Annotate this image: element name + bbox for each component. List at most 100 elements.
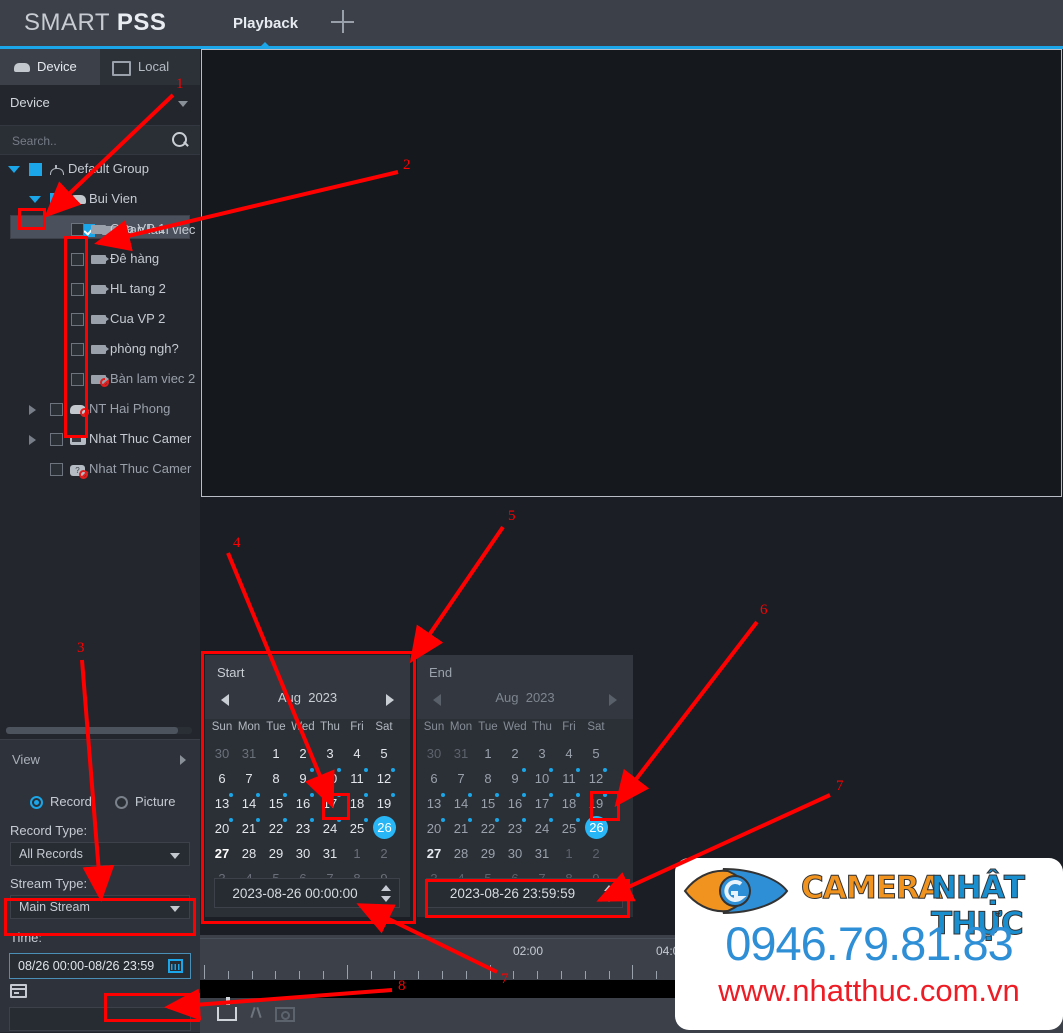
add-tab-icon[interactable] [331,10,355,34]
expander-open-icon[interactable] [29,196,41,203]
end-datepicker[interactable]: End Aug 2023 Sun Mon Tue Wed Thu Fri Sat 30 31 1… [417,655,633,917]
calendar-day[interactable]: 9 [502,766,528,791]
calendar-day[interactable]: 19 [371,791,397,816]
calendar-day[interactable]: 31 [448,741,474,766]
calendar-day[interactable]: 13 [421,791,447,816]
calendar-day[interactable]: 19 [583,791,609,816]
calendar-day[interactable]: 25 [344,816,370,841]
calendar-day[interactable]: 6 [421,766,447,791]
calendar-day[interactable]: 25 [556,816,582,841]
calendar-day[interactable]: 24 [529,816,555,841]
tree-item-b-n-lam-viec-2[interactable]: Bàn lam viec 2 [0,365,200,395]
calendar-day[interactable]: 29 [475,841,501,866]
calendar-day[interactable]: 23 [290,816,316,841]
tree-item-checkbox[interactable] [29,163,42,176]
picture-radio[interactable] [115,796,128,809]
time-range-field[interactable]: 08/26 00:00-08/26 23:59 [9,953,191,979]
end-time-input[interactable]: 2023-08-26 23:59:59 [426,878,623,908]
tree-item-ph-ng-ngh[interactable]: phòng ngh? [0,335,200,365]
search-input[interactable] [10,130,164,152]
tree-horizontal-scrollbar[interactable] [6,727,192,734]
calendar-day[interactable]: 20 [421,816,447,841]
calendar-day[interactable]: 14 [448,791,474,816]
calendar-day[interactable]: 27 [209,841,235,866]
tree-item-nhat-thuc-camer[interactable]: ? Nhat Thuc Camer [0,455,200,485]
calendar-day[interactable]: 24 [317,816,343,841]
view-row[interactable]: View [0,739,200,783]
tree-item-checkbox[interactable] [71,283,84,296]
expander-closed-icon[interactable] [29,435,36,445]
tree-item-nt-hai-phong[interactable]: NT Hai Phong [0,395,200,425]
start-time-input[interactable]: 2023-08-26 00:00:00 [214,878,400,908]
calendar-day[interactable]: 31 [529,841,555,866]
tree-item-checkbox[interactable] [71,343,84,356]
calendar-day[interactable]: 28 [448,841,474,866]
calendar-day[interactable]: 6 [209,766,235,791]
calendar-day[interactable]: 31 [236,741,262,766]
tree-item-nhat-thuc-camer[interactable]: Nhat Thuc Camer [0,425,200,455]
record-radio[interactable] [30,796,43,809]
sidebar-tab-local[interactable]: Local [100,49,200,85]
calendar-day[interactable]: 30 [421,741,447,766]
calendar-day[interactable]: 22 [263,816,289,841]
calendar-day[interactable]: 3 [317,741,343,766]
tree-item-checkbox[interactable] [50,433,63,446]
expander-closed-icon[interactable] [29,405,36,415]
calendar-day[interactable]: 30 [290,841,316,866]
start-datepicker[interactable]: Start Aug 2023 Sun Mon Tue Wed Thu Fri Sat 30 3… [205,655,410,917]
start-next-month-icon[interactable] [386,694,394,706]
tree-item-checkbox[interactable] [71,253,84,266]
tab-playback[interactable]: Playback [233,15,298,32]
tree-item-bui-vien[interactable]: Bui Vien [0,185,200,215]
calendar-day[interactable]: 1 [344,841,370,866]
calendar-day[interactable]: 4 [344,741,370,766]
calendar-day[interactable]: 17 [317,791,343,816]
device-selector-dropdown[interactable]: Device [0,85,200,121]
calendar-day[interactable]: 18 [556,791,582,816]
calendar-icon[interactable] [168,959,183,973]
calendar-day[interactable]: 4 [556,741,582,766]
calendar-day[interactable]: 18 [344,791,370,816]
calendar-day[interactable]: 21 [448,816,474,841]
calendar-day[interactable]: 7 [448,766,474,791]
extra-input-field[interactable] [9,1007,191,1031]
record-type-select[interactable]: All Records [10,842,190,866]
calendar-day[interactable]: 30 [209,741,235,766]
calendar-day[interactable]: 12 [583,766,609,791]
calendar-day[interactable]: 27 [421,841,447,866]
calendar-day[interactable]: 31 [317,841,343,866]
calendar-day[interactable]: 26 [373,816,396,839]
tree-item-checkbox[interactable] [71,223,84,236]
video-playback-area[interactable] [201,49,1062,497]
tree-item-default-group[interactable]: Default Group [0,155,200,185]
calendar-day[interactable]: 15 [263,791,289,816]
tree-item-cua-vp-1[interactable]: Cua VP 1 [0,215,200,245]
start-prev-month-icon[interactable] [221,694,229,706]
zoom-region-icon[interactable] [275,1007,295,1022]
calendar-day[interactable]: 3 [529,741,555,766]
calendar-day[interactable]: 11 [556,766,582,791]
calendar-day[interactable]: 5 [583,741,609,766]
calendar-day[interactable]: 2 [583,841,609,866]
end-next-month-icon[interactable] [609,694,617,706]
download-icon[interactable] [217,997,237,1021]
end-prev-month-icon[interactable] [433,694,441,706]
device-tree[interactable]: Default Group Bui Vien Ban lam viec Cua VP … [0,155,200,725]
calendar-day[interactable]: 8 [475,766,501,791]
search-icon[interactable] [172,132,187,147]
tree-item-checkbox[interactable] [71,313,84,326]
end-time-spin-up-icon[interactable] [604,885,614,891]
tree-item-checkbox[interactable] [50,193,63,206]
calendar-day[interactable]: 28 [236,841,262,866]
calendar-day[interactable]: 21 [236,816,262,841]
calendar-day[interactable]: 11 [344,766,370,791]
tree-item-checkbox[interactable] [50,463,63,476]
calendar-day[interactable]: 16 [502,791,528,816]
calendar-day[interactable]: 1 [263,741,289,766]
calendar-day[interactable]: 2 [502,741,528,766]
calendar-day[interactable]: 16 [290,791,316,816]
start-time-spin-up-icon[interactable] [381,885,391,891]
calendar-day[interactable]: 1 [475,741,501,766]
sidebar-tab-device[interactable]: Device [0,49,100,85]
calendar-small-icon[interactable] [10,984,27,998]
